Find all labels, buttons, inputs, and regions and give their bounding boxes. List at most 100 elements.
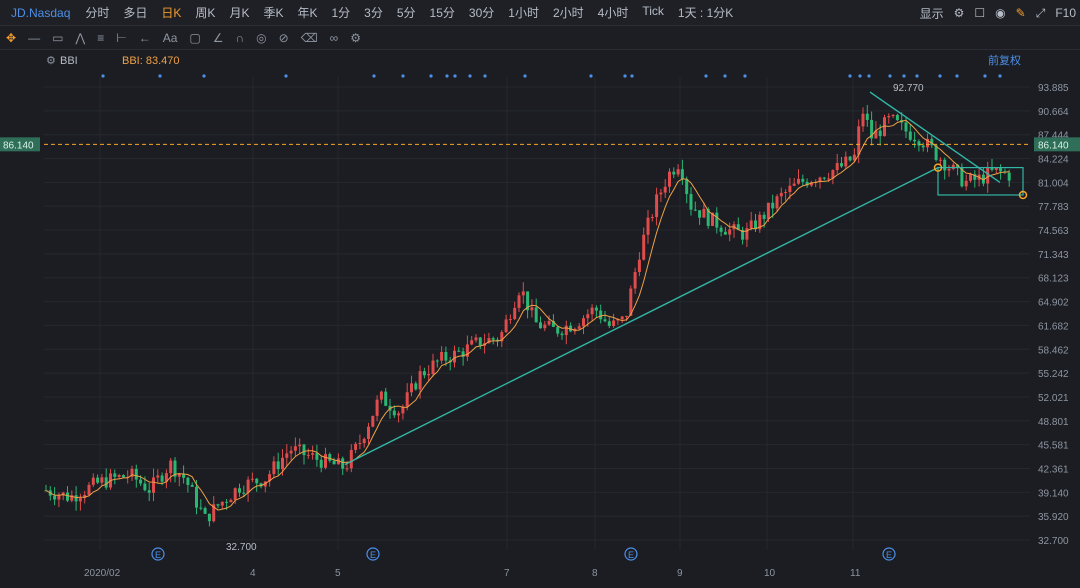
candlestick-chart[interactable]: BBI BBI: 83.470 前复权⚙93.88590.66487.44484.2…: [0, 50, 1080, 588]
earnings-marker-label: E: [886, 550, 892, 560]
period-tab-15[interactable]: Tick: [635, 4, 671, 21]
candle-body: [276, 461, 280, 470]
candle-body: [766, 202, 770, 219]
event-dot: [589, 74, 593, 78]
period-tab-8[interactable]: 3分: [357, 4, 390, 21]
fib-tool-icon[interactable]: ≡: [97, 31, 104, 45]
candle-body: [91, 477, 95, 485]
candle-body: [341, 458, 345, 469]
candle-body: [650, 217, 654, 219]
event-dot: [468, 74, 472, 78]
candle-body: [659, 192, 663, 195]
adjust-label[interactable]: 前复权: [988, 53, 1021, 67]
indicator-name[interactable]: BBI: [60, 55, 78, 67]
period-tab-10[interactable]: 15分: [423, 4, 462, 21]
event-dot: [372, 74, 376, 78]
layout-icon[interactable]: ☐: [974, 6, 985, 20]
candle-body: [134, 468, 138, 480]
period-tab-14[interactable]: 4小时: [591, 4, 636, 21]
period-tabs-bar: JD.Nasdaq 分时 多日 日K 周K 月K 季K 年K 1分 3分 5分 15分 30分 1小时 2…: [0, 0, 1080, 26]
drawing-toolbar: ✥ — ▭ ⋀ ≡ ⊢ ← Aa ▢ ∠ ∩ ◎ ⊘ ⌫ ∞ ⚙: [0, 26, 1080, 50]
event-dot: [938, 74, 942, 78]
crosshair-icon[interactable]: ✥: [6, 31, 16, 45]
measure-tool-icon[interactable]: ⊢: [116, 31, 126, 45]
consolidation-box[interactable]: [937, 166, 1024, 196]
candle-body: [414, 383, 418, 390]
candle-body: [410, 383, 413, 393]
period-tab-0[interactable]: 分时: [78, 4, 116, 21]
candle-body: [861, 113, 865, 127]
eye-icon[interactable]: ◎: [256, 31, 266, 45]
period-tab-2[interactable]: 日K: [154, 4, 188, 21]
event-dot: [445, 74, 449, 78]
text-tool-icon[interactable]: Aa: [163, 31, 178, 45]
candle-body: [895, 114, 899, 121]
camera-icon[interactable]: ◉: [995, 6, 1005, 20]
candle-body: [74, 495, 78, 502]
settings-icon[interactable]: ⚙: [350, 31, 361, 45]
indicator-gear-icon[interactable]: ⚙: [46, 55, 56, 67]
expand-icon[interactable]: ⤢: [1036, 6, 1046, 21]
earnings-marker-label: E: [155, 550, 161, 560]
trendline-support[interactable]: [344, 166, 939, 466]
y-tick-label: 35.920: [1038, 512, 1069, 523]
rect-tool-icon[interactable]: ▭: [52, 31, 63, 45]
candle-body: [397, 413, 401, 416]
event-dot: [623, 74, 627, 78]
candle-body: [521, 291, 525, 296]
period-tab-16[interactable]: 1天 : 1分K: [671, 4, 740, 21]
ticker-label[interactable]: JD.Nasdaq: [4, 6, 78, 20]
y-tick-label: 77.783: [1038, 202, 1069, 213]
candle-body: [285, 453, 289, 458]
candle-body: [332, 460, 336, 465]
hide-icon[interactable]: ⊘: [279, 31, 289, 45]
period-tab-7[interactable]: 1分: [324, 4, 357, 21]
magnet-icon[interactable]: ∩: [236, 31, 245, 45]
candle-body: [203, 508, 207, 514]
period-tab-4[interactable]: 月K: [222, 4, 256, 21]
period-tab-6[interactable]: 年K: [290, 4, 324, 21]
candle-body: [504, 319, 508, 333]
f10-button[interactable]: F10: [1055, 6, 1076, 20]
candle-body: [775, 196, 779, 209]
period-tab-13[interactable]: 2小时: [546, 4, 591, 21]
pattern-tool-icon[interactable]: ⋀: [75, 31, 85, 45]
comment-tool-icon[interactable]: ▢: [189, 31, 200, 45]
candle-body: [384, 391, 388, 406]
candle-body: [779, 192, 783, 197]
candle-body: [771, 202, 775, 209]
earnings-marker-label: E: [628, 550, 634, 560]
arrow-tool-icon[interactable]: ←: [139, 31, 151, 45]
period-tab-11[interactable]: 30分: [462, 4, 501, 21]
gear-icon[interactable]: ⚙: [954, 6, 965, 20]
candle-body: [478, 337, 482, 346]
candle-body: [255, 478, 259, 484]
y-tick-label: 48.801: [1038, 417, 1069, 428]
candle-body: [233, 488, 237, 500]
trash-icon[interactable]: ⌫: [301, 31, 318, 45]
event-dot: [429, 74, 433, 78]
y-tick-label: 52.021: [1038, 393, 1069, 404]
candle-body: [207, 513, 211, 522]
candle-body: [246, 479, 250, 493]
y-tick-label: 45.581: [1038, 441, 1069, 452]
candle-body: [375, 399, 379, 416]
candle-body: [784, 192, 788, 194]
candle-body: [315, 453, 319, 460]
period-tab-12[interactable]: 1小时: [501, 4, 546, 21]
pencil-icon[interactable]: ✎: [1016, 6, 1026, 20]
candle-body: [878, 130, 882, 137]
period-tab-3[interactable]: 周K: [188, 4, 222, 21]
period-tab-9[interactable]: 5分: [390, 4, 423, 21]
period-tab-1[interactable]: 多日: [116, 4, 154, 21]
event-dot: [101, 74, 105, 78]
display-button[interactable]: 显示: [920, 5, 944, 22]
candle-body: [891, 114, 895, 117]
event-dot: [401, 74, 405, 78]
candle-body: [835, 163, 839, 171]
line-tool-icon[interactable]: —: [28, 31, 40, 45]
brush-tool-icon[interactable]: ∠: [213, 31, 224, 45]
period-tab-5[interactable]: 季K: [256, 4, 290, 21]
y-tick-label: 39.140: [1038, 488, 1069, 499]
link-icon[interactable]: ∞: [330, 31, 339, 45]
